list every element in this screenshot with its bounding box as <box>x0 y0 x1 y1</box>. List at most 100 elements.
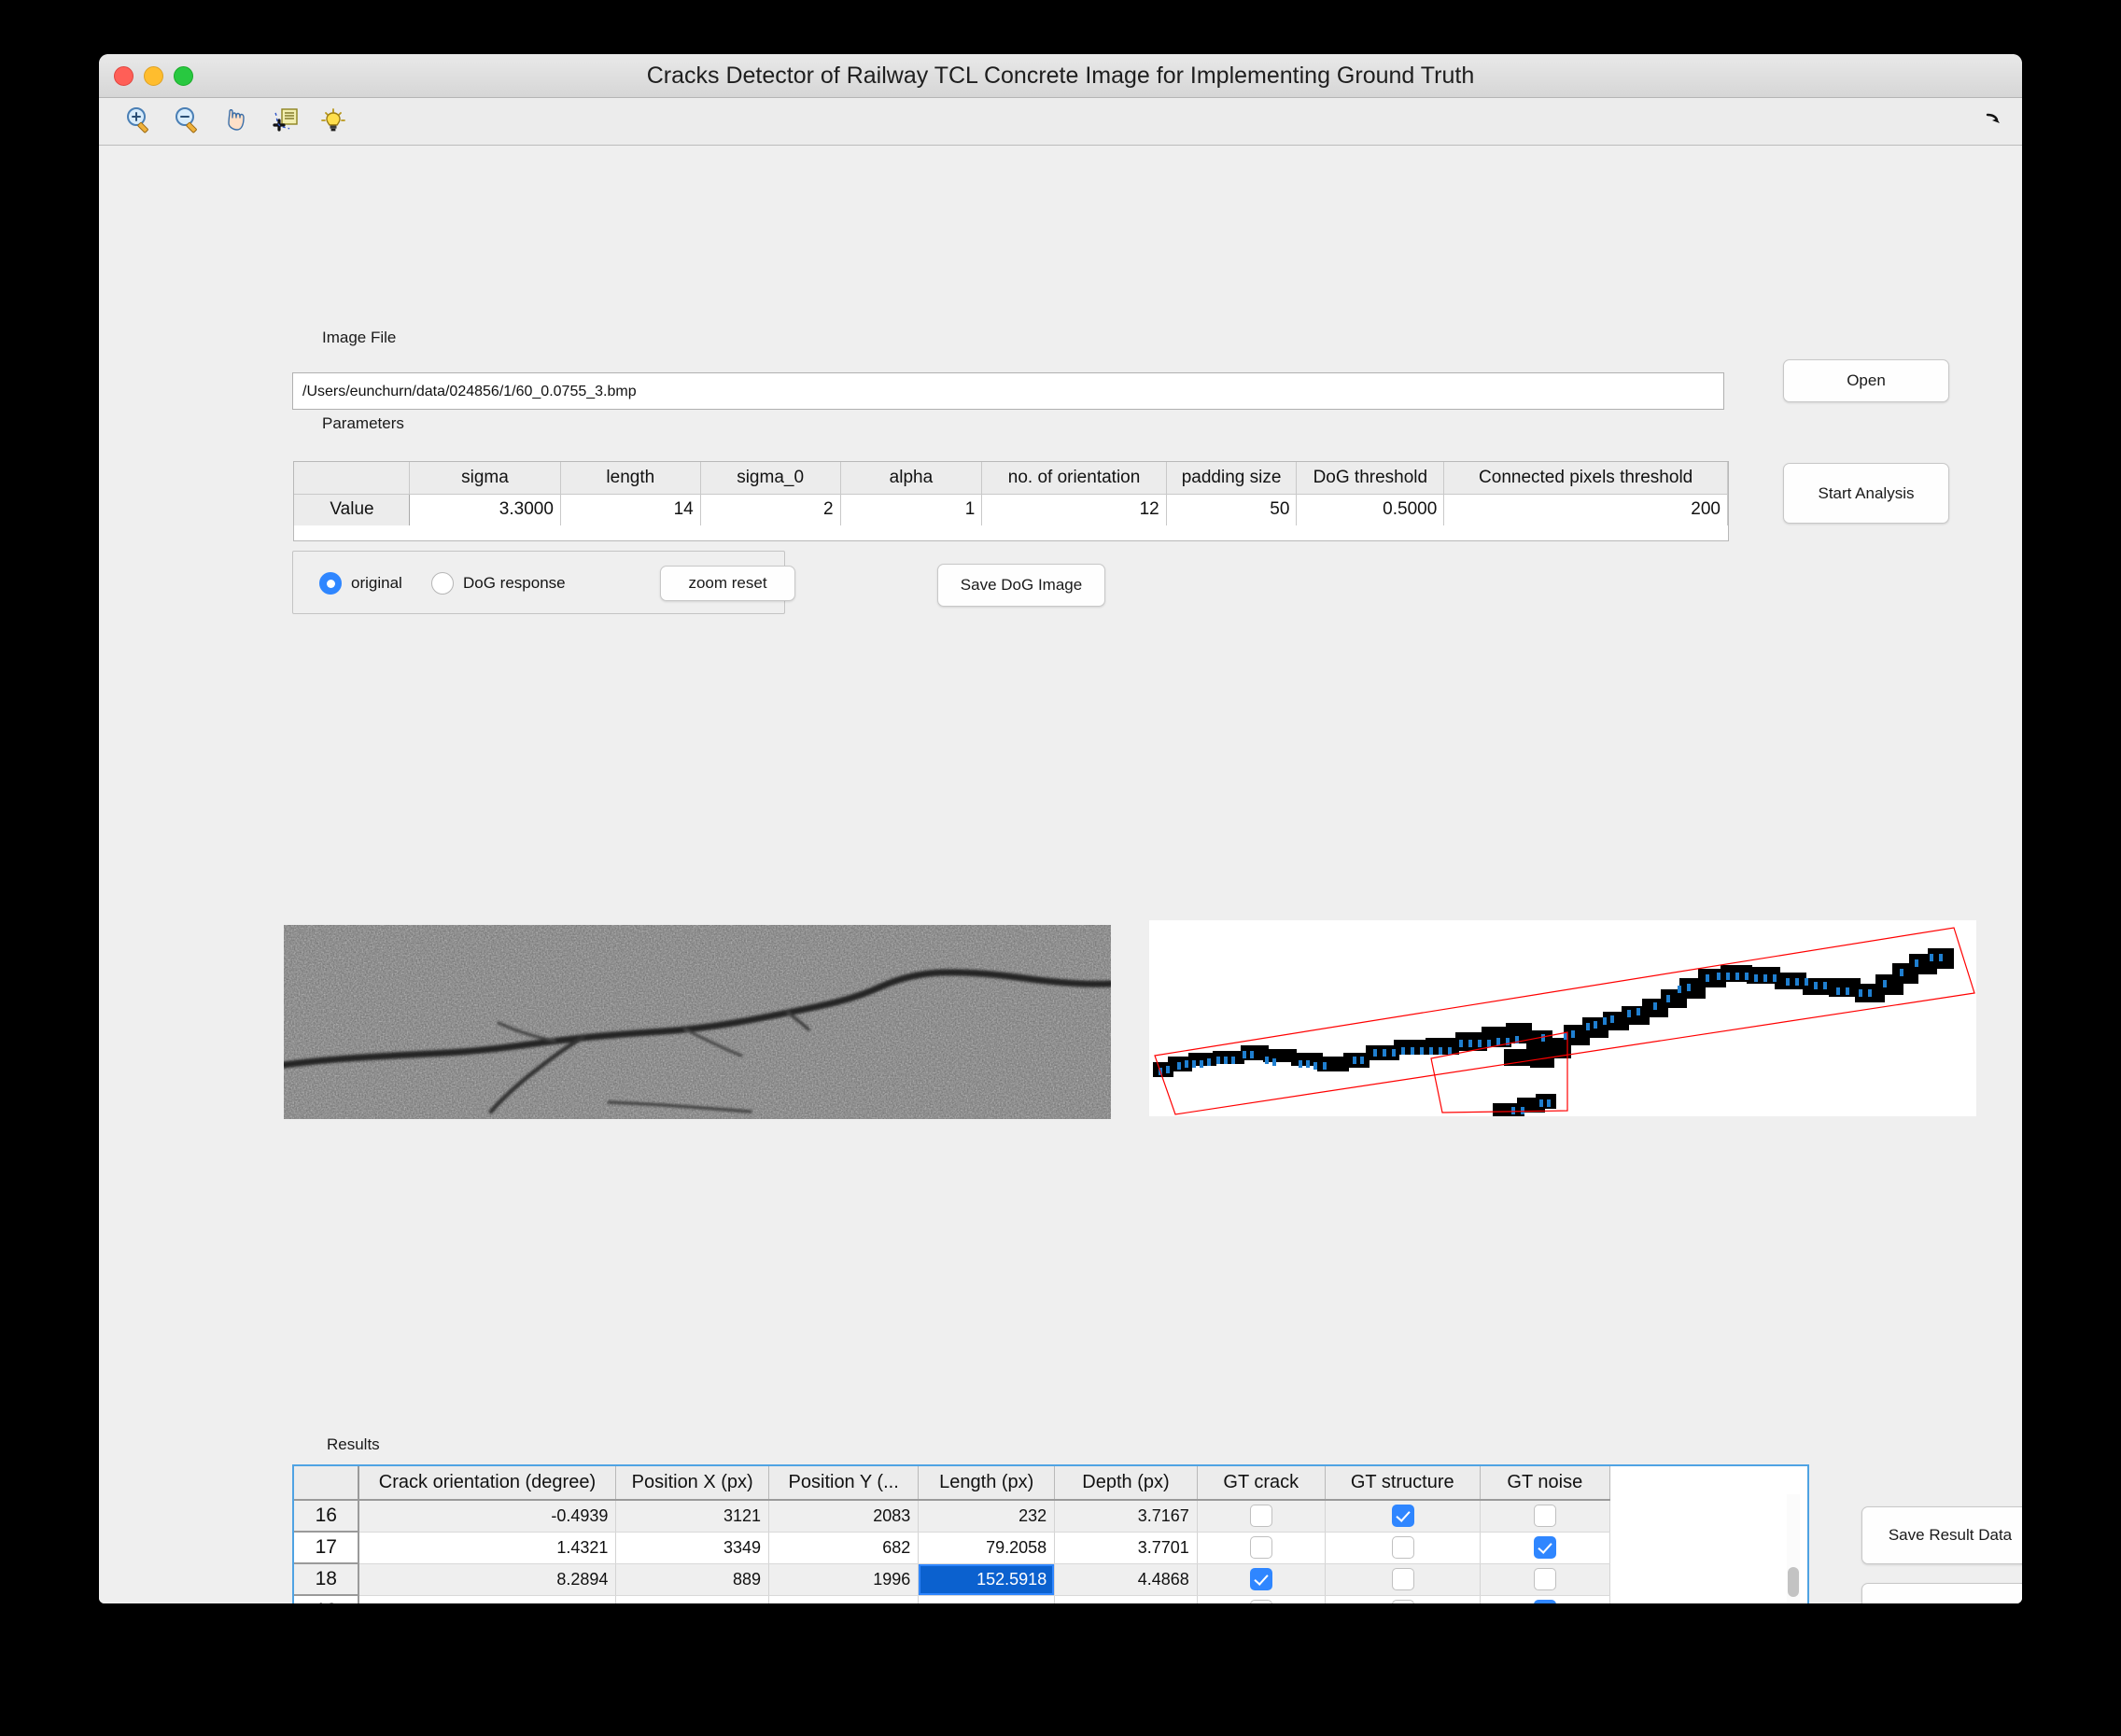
save-result-image-button[interactable]: Save Result Image <box>1861 1583 2022 1603</box>
param-value-orientations[interactable]: 12 <box>981 494 1167 525</box>
row-index[interactable]: 17 <box>294 1532 359 1564</box>
zoom-reset-button[interactable]: zoom reset <box>660 566 795 601</box>
param-col-orientations[interactable]: no. of orientation <box>981 462 1167 495</box>
cell-position-y[interactable]: 1996 <box>768 1563 920 1596</box>
cell-position-x[interactable]: 3349 <box>615 1532 769 1564</box>
gt-structure-checkbox[interactable] <box>1391 1568 1414 1590</box>
gt-structure-checkbox[interactable] <box>1391 1505 1414 1528</box>
gt-noise-checkbox[interactable] <box>1534 1505 1557 1528</box>
param-col-alpha[interactable]: alpha <box>840 462 983 495</box>
title-bar: Cracks Detector of Railway TCL Concrete … <box>99 54 2022 98</box>
gt-crack-checkbox[interactable] <box>1250 1568 1273 1590</box>
cell-gt-structure[interactable] <box>1325 1532 1481 1564</box>
cell-gt-structure[interactable] <box>1325 1563 1481 1596</box>
gt-noise-checkbox[interactable] <box>1534 1568 1557 1590</box>
cell-gt-noise[interactable] <box>1480 1500 1611 1533</box>
gt-crack-checkbox[interactable] <box>1250 1600 1273 1603</box>
param-col-connected[interactable]: Connected pixels threshold <box>1443 462 1728 495</box>
param-value-connected[interactable]: 200 <box>1443 494 1728 525</box>
param-value-sigma0[interactable]: 2 <box>700 494 841 525</box>
open-button[interactable]: Open <box>1783 359 1949 402</box>
gt-crack-checkbox[interactable] <box>1250 1505 1273 1528</box>
gt-structure-checkbox[interactable] <box>1391 1536 1414 1559</box>
gt-noise-checkbox[interactable] <box>1534 1600 1557 1603</box>
param-value-alpha[interactable]: 1 <box>840 494 983 525</box>
table-row[interactable]: 18 8.2894 889 1996 152.5918 4.4868 <box>294 1563 1611 1596</box>
param-value-dog[interactable]: 0.5000 <box>1296 494 1445 525</box>
param-value-padding[interactable]: 50 <box>1166 494 1298 525</box>
cell-depth[interactable]: 3.7167 <box>1054 1500 1198 1533</box>
row-index[interactable]: 16 <box>294 1500 359 1533</box>
results-col-gt-noise[interactable]: GT noise <box>1480 1466 1611 1501</box>
cell-gt-crack[interactable] <box>1197 1500 1326 1533</box>
param-col-length[interactable]: length <box>560 462 701 495</box>
cell-orientation[interactable]: -0.4939 <box>358 1500 617 1533</box>
cell-length[interactable]: 232 <box>918 1500 1056 1533</box>
lightbulb-icon[interactable] <box>316 103 351 138</box>
cell-length[interactable]: 79.2058 <box>918 1532 1056 1564</box>
cell-position-x[interactable]: 889 <box>615 1563 769 1596</box>
cell-position-y[interactable]: 682 <box>768 1532 920 1564</box>
cell-gt-structure[interactable] <box>1325 1500 1481 1533</box>
save-result-data-button[interactable]: Save Result Data <box>1861 1506 2022 1564</box>
start-analysis-button[interactable]: Start Analysis <box>1783 463 1949 524</box>
results-col-gt-crack[interactable]: GT crack <box>1197 1466 1326 1501</box>
results-col-length[interactable]: Length (px) <box>918 1466 1056 1501</box>
pan-hand-icon[interactable] <box>218 103 254 138</box>
cell-orientation[interactable]: 1.4321 <box>358 1532 617 1564</box>
results-vertical-scrollbar[interactable] <box>1787 1494 1800 1603</box>
results-scrollbar-thumb[interactable] <box>1788 1567 1799 1597</box>
cell-depth[interactable]: 4.4868 <box>1054 1563 1198 1596</box>
results-col-depth[interactable]: Depth (px) <box>1054 1466 1198 1501</box>
cell-orientation[interactable]: 8.2894 <box>358 1563 617 1596</box>
cell-gt-crack[interactable] <box>1197 1595 1326 1603</box>
zoom-in-icon[interactable] <box>121 103 157 138</box>
table-row[interactable]: 17 1.4321 3349 682 79.2058 3.7701 <box>294 1532 1611 1564</box>
gt-structure-checkbox[interactable] <box>1391 1600 1414 1603</box>
param-value-sigma[interactable]: 3.3000 <box>409 494 561 525</box>
data-cursor-icon[interactable] <box>267 103 302 138</box>
param-col-sigma0[interactable]: sigma_0 <box>700 462 841 495</box>
row-index[interactable]: 19 <box>294 1595 359 1603</box>
cell-depth[interactable]: 3.7701 <box>1054 1532 1198 1564</box>
param-col-dog[interactable]: DoG threshold <box>1296 462 1445 495</box>
cell-gt-noise[interactable] <box>1480 1595 1611 1603</box>
cell-length[interactable]: 66.4229 <box>918 1595 1056 1603</box>
parameters-table: sigma length sigma_0 alpha no. of orient… <box>293 461 1729 541</box>
result-image-panel[interactable] <box>1149 920 1976 1116</box>
row-index[interactable]: 18 <box>294 1563 359 1596</box>
results-label: Results <box>327 1435 380 1453</box>
radio-dog-response[interactable]: DoG response <box>431 572 566 595</box>
cell-depth[interactable]: 3.8480 <box>1054 1595 1198 1603</box>
param-value-length[interactable]: 14 <box>560 494 701 525</box>
cell-position-x[interactable]: 3121 <box>615 1500 769 1533</box>
cell-gt-noise[interactable] <box>1480 1563 1611 1596</box>
results-col-position-x[interactable]: Position X (px) <box>615 1466 769 1501</box>
table-row[interactable]: 16 -0.4939 3121 2083 232 3.7167 <box>294 1500 1611 1533</box>
cell-gt-noise[interactable] <box>1480 1532 1611 1564</box>
cell-gt-crack[interactable] <box>1197 1532 1326 1564</box>
cell-gt-structure[interactable] <box>1325 1595 1481 1603</box>
cell-length-selected[interactable]: 152.5918 <box>918 1563 1056 1596</box>
cell-position-x[interactable]: 3306 <box>615 1595 769 1603</box>
param-col-padding[interactable]: padding size <box>1166 462 1298 495</box>
results-col-gt-structure[interactable]: GT structure <box>1325 1466 1481 1501</box>
param-col-sigma[interactable]: sigma <box>409 462 561 495</box>
radio-original[interactable]: original <box>319 572 402 595</box>
cell-position-y[interactable]: 2580 <box>768 1595 920 1603</box>
image-file-input[interactable]: /Users/eunchurn/data/024856/1/60_0.0755_… <box>292 372 1724 410</box>
original-image-panel[interactable] <box>284 925 1111 1119</box>
gt-crack-checkbox[interactable] <box>1250 1536 1273 1559</box>
cell-orientation[interactable]: -8.4889 <box>358 1595 617 1603</box>
cell-position-y[interactable]: 2083 <box>768 1500 920 1533</box>
zoom-out-icon[interactable] <box>170 103 205 138</box>
gt-noise-checkbox[interactable] <box>1534 1536 1557 1559</box>
save-dog-image-button[interactable]: Save DoG Image <box>937 564 1105 607</box>
cell-gt-crack[interactable] <box>1197 1563 1326 1596</box>
table-row[interactable]: 19 -8.4889 3306 2580 66.4229 3.8480 <box>294 1595 1611 1603</box>
results-table-container[interactable]: Crack orientation (degree) Position X (p… <box>292 1464 1809 1603</box>
results-col-orientation[interactable]: Crack orientation (degree) <box>358 1466 617 1501</box>
toolbar-overflow-icon[interactable] <box>1981 107 2007 133</box>
results-col-position-y[interactable]: Position Y (... <box>768 1466 920 1501</box>
main-content: Image File /Users/eunchurn/data/024856/1… <box>99 146 2022 1603</box>
